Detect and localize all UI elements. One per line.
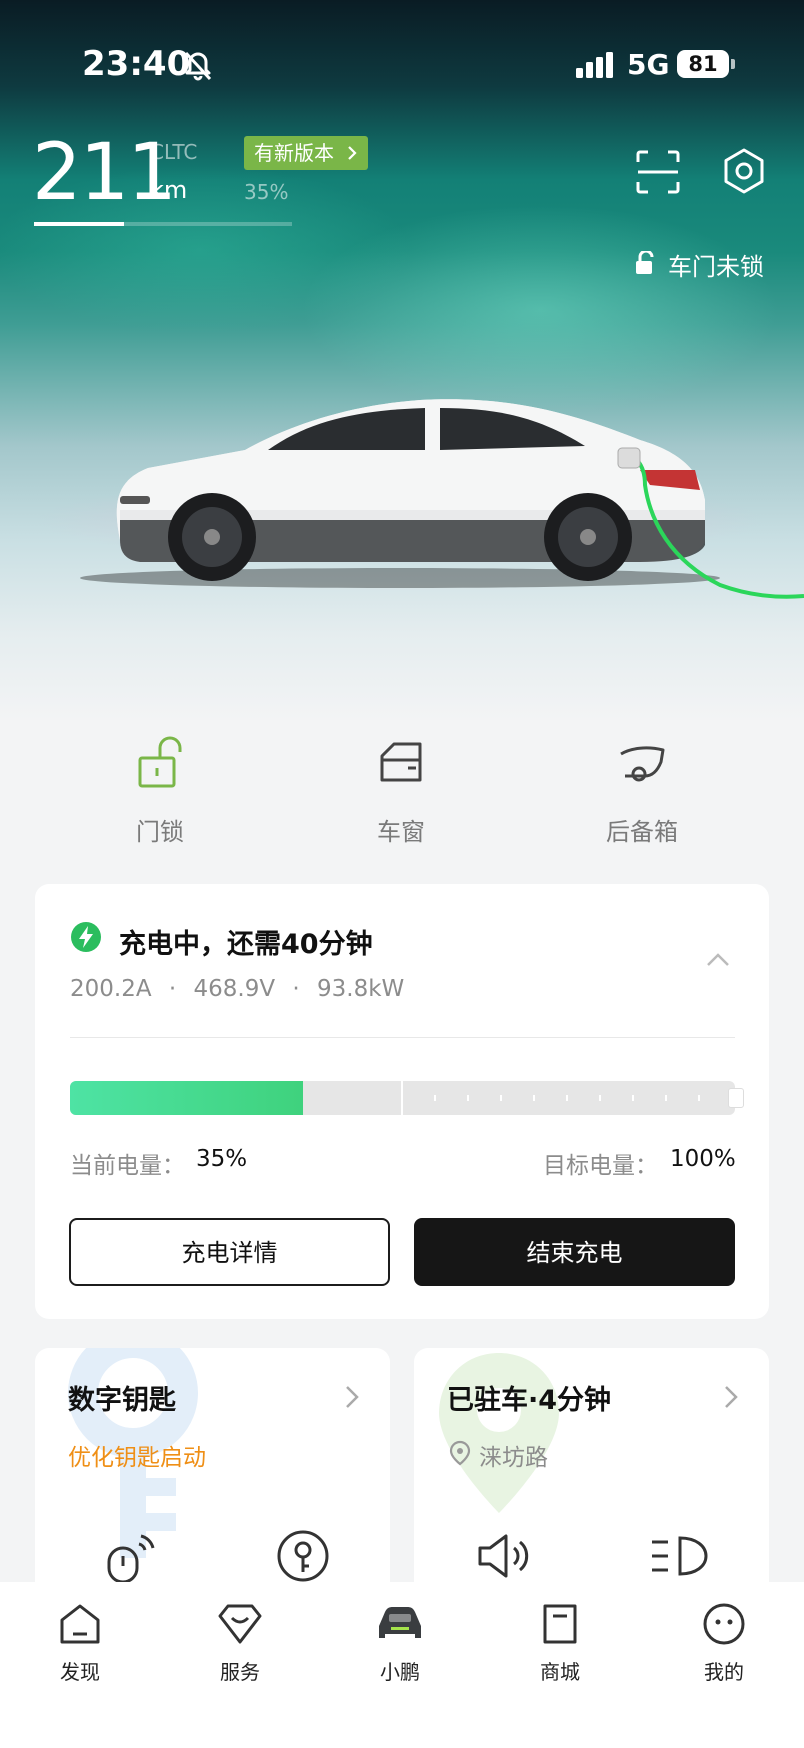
charge-level-fill xyxy=(70,1081,303,1115)
location-pin-icon xyxy=(449,1440,471,1466)
charge-target-handle[interactable] xyxy=(728,1088,744,1108)
range-standard: CLTC xyxy=(150,140,198,164)
chevron-right-icon xyxy=(348,146,357,160)
target-charge-value: 100% xyxy=(670,1146,736,1172)
charge-bar-tick xyxy=(665,1095,667,1101)
range-bar-fill xyxy=(34,222,124,226)
battery-tip xyxy=(731,59,735,69)
unlock-small-icon xyxy=(636,251,654,274)
quick-control-trunk[interactable]: 后备箱 xyxy=(562,730,722,847)
key-icon[interactable] xyxy=(275,1528,331,1584)
tab-label: 发现 xyxy=(60,1660,100,1684)
update-badge[interactable]: 有新版本 xyxy=(244,136,369,170)
tab-service[interactable]: 服务 xyxy=(190,1600,290,1685)
unlock-icon xyxy=(138,736,182,788)
range-unit: km xyxy=(150,176,188,204)
scan-icon[interactable] xyxy=(636,150,680,194)
digital-key-title: 数字钥匙 xyxy=(68,1385,176,1416)
target-charge-label: 目标电量： xyxy=(543,1153,658,1179)
charging-status-title: 充电中，还需40分钟 xyxy=(119,929,373,960)
trunk-icon xyxy=(620,746,665,782)
charge-bar-tick xyxy=(599,1095,601,1101)
mall-icon xyxy=(543,1604,577,1644)
charge-bar-tick xyxy=(467,1095,469,1101)
quick-control-label: 车窗 xyxy=(377,818,425,846)
discover-icon xyxy=(60,1604,100,1644)
quick-control-label: 后备箱 xyxy=(606,818,678,846)
remote-start-icon[interactable] xyxy=(103,1528,159,1584)
profile-icon xyxy=(703,1603,745,1645)
metric-separator: · xyxy=(292,976,300,1002)
settings-icon[interactable] xyxy=(722,148,766,194)
tab-profile[interactable]: 我的 xyxy=(674,1600,774,1685)
chevron-right-icon xyxy=(725,1386,738,1408)
quick-control-door-lock[interactable]: 门锁 xyxy=(80,730,240,847)
network-type: 5G xyxy=(627,48,670,81)
tab-label: 服务 xyxy=(220,1660,260,1684)
tab-label: 小鹏 xyxy=(380,1660,420,1684)
charge-bar-tick xyxy=(533,1095,535,1101)
car-illustration xyxy=(80,399,804,599)
service-icon xyxy=(218,1604,262,1644)
tab-label: 我的 xyxy=(704,1660,744,1684)
charge-bar-tick xyxy=(500,1095,502,1101)
range-battery-percent: 35% xyxy=(244,180,289,204)
current-charge-label: 当前电量： xyxy=(70,1153,185,1179)
chevron-up-icon[interactable] xyxy=(706,952,730,968)
tab-mall[interactable]: 商城 xyxy=(510,1600,610,1685)
status-time: 23:40 xyxy=(82,44,191,84)
parked-title: 已驻车·4分钟 xyxy=(447,1385,612,1416)
quick-control-label: 门锁 xyxy=(136,818,184,846)
bell-muted-icon xyxy=(184,51,212,81)
parked-location: 涞坊路 xyxy=(479,1445,548,1471)
charge-bar-tick xyxy=(698,1095,700,1101)
window-icon xyxy=(380,742,422,782)
car-icon xyxy=(379,1607,421,1638)
charge-level-bar xyxy=(70,1081,735,1115)
tab-xpeng[interactable]: 小鹏 xyxy=(350,1600,450,1685)
charging-voltage: 468.9V xyxy=(193,976,276,1002)
current-charge-value: 35% xyxy=(196,1146,248,1172)
headlight-icon[interactable] xyxy=(648,1528,710,1584)
quick-control-window[interactable]: 车窗 xyxy=(321,730,481,847)
stop-charging-button[interactable]: 结束充电 xyxy=(414,1218,735,1286)
tab-label: 商城 xyxy=(540,1660,580,1684)
charging-current: 200.2A xyxy=(70,976,152,1002)
charge-details-button[interactable]: 充电详情 xyxy=(69,1218,390,1286)
charge-bar-tick xyxy=(566,1095,568,1101)
chevron-right-icon xyxy=(346,1386,359,1408)
update-badge-label: 有新版本 xyxy=(254,141,334,165)
tab-discover[interactable]: 发现 xyxy=(30,1600,130,1685)
door-status-label: 车门未锁 xyxy=(668,253,764,281)
horn-icon[interactable] xyxy=(474,1528,536,1584)
charging-metrics: 200.2A · 468.9V · 93.8kW xyxy=(70,976,404,1002)
charge-bar-midmark xyxy=(401,1081,403,1115)
charging-power: 93.8kW xyxy=(317,976,405,1002)
battery-indicator: 81 xyxy=(677,50,729,78)
charge-bar-tick xyxy=(632,1095,634,1101)
divider xyxy=(70,1037,735,1038)
signal-icon xyxy=(576,52,613,78)
charge-bar-tick xyxy=(434,1095,436,1101)
digital-key-subtitle: 优化钥匙启动 xyxy=(68,1445,206,1471)
location-watermark-icon xyxy=(439,1353,559,1513)
metric-separator: · xyxy=(168,976,177,1002)
